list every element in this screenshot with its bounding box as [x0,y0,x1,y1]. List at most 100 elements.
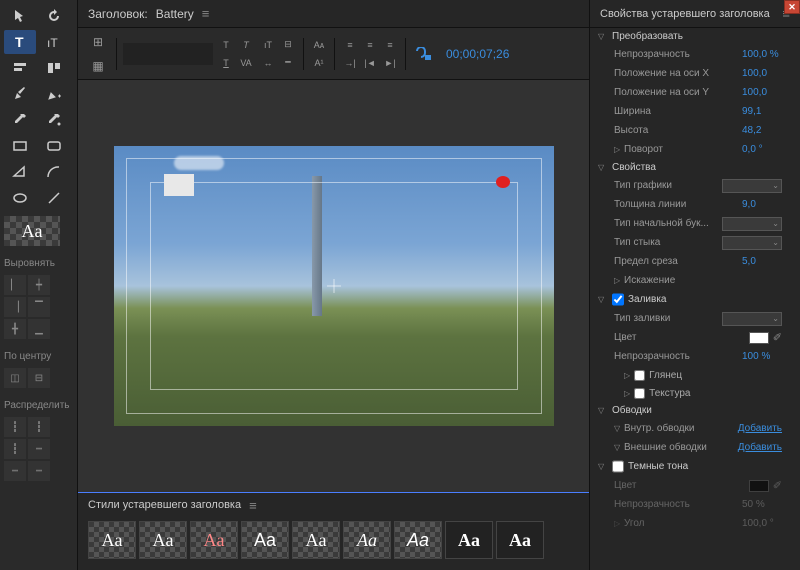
size-icon[interactable]: ıT [259,37,277,53]
video-preview-icon[interactable] [412,43,436,65]
shadow-enabled-checkbox[interactable] [612,460,624,473]
align-v-top[interactable]: ▔ [28,297,50,317]
in-point-icon[interactable]: |◄ [361,55,379,71]
eyedropper-icon[interactable]: ✐ [773,331,782,344]
panel-menu-button[interactable]: ≡ [202,6,210,21]
window-close-button[interactable]: ✕ [784,0,800,14]
baseline-icon[interactable]: ━ [279,55,297,71]
tracking-icon[interactable]: ↔ [259,55,277,71]
rounded-rectangle-tool[interactable] [38,134,70,158]
style-swatch[interactable]: Aa [139,521,187,559]
style-swatch[interactable]: Aa [241,521,289,559]
superscript-icon[interactable]: A¹ [310,55,328,71]
align-right-icon[interactable]: ≡ [381,37,399,53]
templates-icon[interactable]: ⊞ [86,31,110,53]
leading-icon[interactable]: ⊟ [279,37,297,53]
font-dropdown[interactable] [123,43,213,65]
rectangle-tool[interactable] [4,134,36,158]
group-fill-header[interactable]: ▽Заливка [590,290,800,309]
style-swatch[interactable]: Aa [394,521,442,559]
distribute-h-right[interactable]: ┇ [4,439,26,459]
prop-shadowangle-value[interactable]: 100,0 ° [742,518,782,529]
prop-innerstroke-label[interactable]: Внутр. обводки [624,423,738,434]
line-tool[interactable] [38,186,70,210]
align-v-middle[interactable]: ╋ [4,319,26,339]
logo-graphic[interactable] [164,174,194,196]
group-strokes-header[interactable]: ▽Обводки [590,402,800,419]
timecode-display[interactable]: 00;00;07;26 [446,47,509,61]
type-tool[interactable]: T [4,30,36,54]
eyedropper-icon[interactable]: ✐ [773,479,782,492]
out-point-icon[interactable]: ►| [381,55,399,71]
prop-opacity-value[interactable]: 100,0 % [742,49,782,60]
wedge-tool[interactable] [4,160,36,184]
align-center-icon[interactable]: ≡ [361,37,379,53]
underline-toggle[interactable]: T [217,55,235,71]
selection-tool[interactable] [4,4,36,28]
style-swatch[interactable]: Aa [88,521,136,559]
title-canvas[interactable] [114,146,554,426]
styles-panel-menu[interactable]: ≡ [249,498,257,513]
distribute-v-center[interactable]: ┅ [4,461,26,481]
align-h-left[interactable]: ▏ [4,275,26,295]
style-swatch[interactable]: Aa [445,521,493,559]
prop-rotation-value[interactable]: 0,0 ° [742,144,782,155]
distribute-v-bottom[interactable]: ┅ [28,461,50,481]
add-anchor-tool[interactable] [38,82,70,106]
prop-graphictype-dropdown[interactable]: ⌄ [722,179,782,193]
fill-enabled-checkbox[interactable] [612,293,624,306]
prop-fillopacity-value[interactable]: 100 % [742,351,782,362]
distribute-h-left[interactable]: ┇ [4,417,26,437]
group-properties-header[interactable]: ▽Свойства [590,159,800,176]
ellipse-tool[interactable] [4,186,36,210]
prop-linewidth-value[interactable]: 9,0 [742,199,782,210]
prop-posy-value[interactable]: 100,0 [742,87,782,98]
prop-filltype-dropdown[interactable]: ⌄ [722,312,782,326]
prop-jointype-dropdown[interactable]: ⌄ [722,236,782,250]
align-v-bottom[interactable]: ▁ [28,319,50,339]
italic-toggle[interactable]: T [237,37,255,53]
style-swatch[interactable]: Aa [496,521,544,559]
prop-captype-dropdown[interactable]: ⌄ [722,217,782,231]
group-transform-header[interactable]: ▽Преобразовать [590,28,800,45]
gloss-checkbox[interactable] [634,370,645,381]
style-swatch[interactable]: Aa [190,521,238,559]
eyedropper-fill-tool[interactable] [38,108,70,132]
tab-icon[interactable]: →| [341,55,359,71]
prop-miter-value[interactable]: 5,0 [742,256,782,267]
prop-posx-value[interactable]: 100,0 [742,68,782,79]
prop-rotation-label[interactable]: Поворот [624,144,742,155]
align-h-center[interactable]: ┿ [28,275,50,295]
distribute-v-top[interactable]: ┅ [28,439,50,459]
add-inner-stroke-link[interactable]: Добавить [738,423,782,434]
bold-toggle[interactable]: T [217,37,235,53]
prop-outerstroke-label[interactable]: Внешние обводки [624,442,738,453]
distribute-h-center[interactable]: ┇ [28,417,50,437]
align-h-right[interactable]: ▕ [4,297,26,317]
path-type-tool[interactable] [38,56,70,80]
rotate-tool[interactable] [38,4,70,28]
prop-height-value[interactable]: 48,2 [742,125,782,136]
smallcaps-icon[interactable]: Aᴀ [310,37,328,53]
arc-tool[interactable] [38,160,70,184]
add-outer-stroke-link[interactable]: Добавить [738,442,782,453]
group-shadow-header[interactable]: ▽Темные тона [590,457,800,476]
prop-width-value[interactable]: 99,1 [742,106,782,117]
eyedropper-tool[interactable] [4,108,36,132]
style-swatch[interactable]: Aa [343,521,391,559]
center-vertical[interactable]: ⊟ [28,368,50,388]
texture-checkbox[interactable] [634,388,645,399]
prop-fillcolor-swatch[interactable] [749,332,769,344]
prop-distort-label[interactable]: Искажение [624,275,782,286]
pen-tool[interactable] [4,82,36,106]
kerning-icon[interactable]: VA [237,55,255,71]
prop-shadowopacity-value[interactable]: 50 % [742,499,782,510]
area-type-tool[interactable] [4,56,36,80]
grid-icon[interactable]: ▦ [86,55,110,77]
align-left-icon[interactable]: ≡ [341,37,359,53]
red-marker[interactable] [496,176,510,188]
prop-shadowcolor-swatch[interactable] [749,480,769,492]
center-horizontal[interactable]: ◫ [4,368,26,388]
vertical-type-tool[interactable]: ıT [38,30,70,54]
style-swatch[interactable]: Aa [292,521,340,559]
